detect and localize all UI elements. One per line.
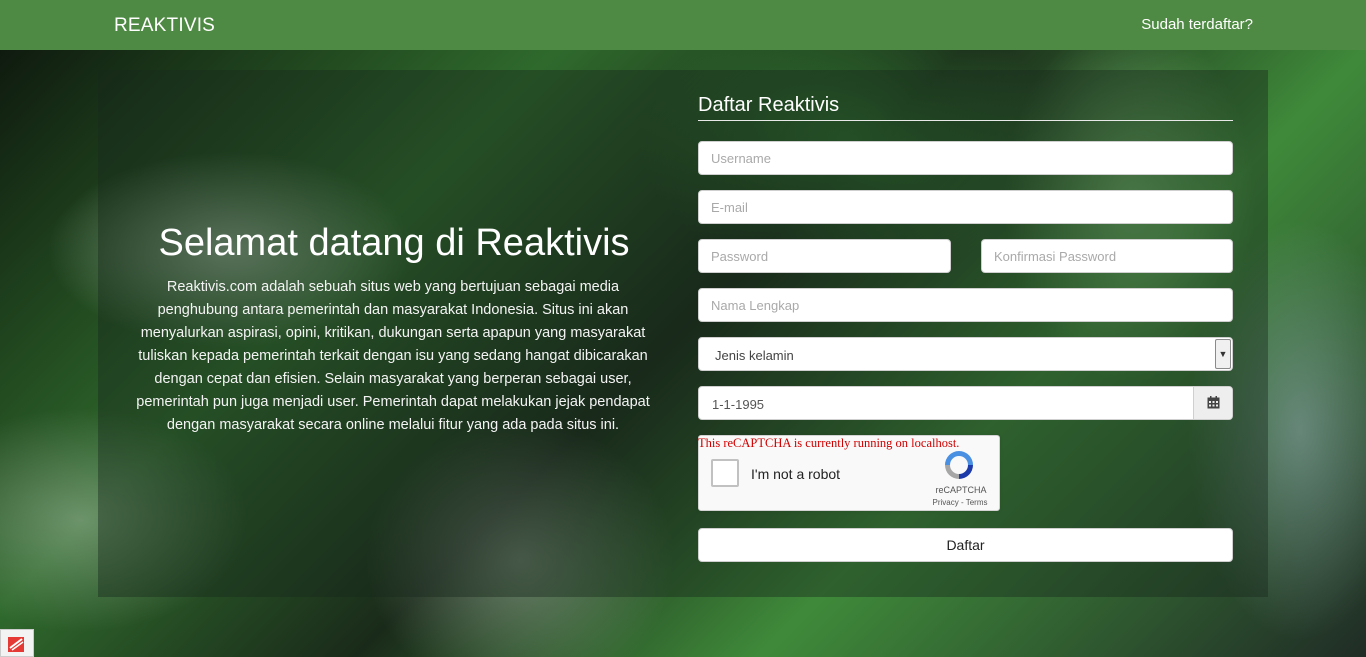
recaptcha-logo-icon xyxy=(945,451,973,479)
welcome-description: Reaktivis.com adalah sebuah situs web ya… xyxy=(136,279,650,433)
recaptcha-brand: reCAPTCHA xyxy=(935,485,987,495)
calendar-icon xyxy=(1207,396,1220,409)
top-navbar: REAKTIVIS Sudah terdaftar? xyxy=(0,0,1366,50)
recaptcha-localhost-warning: This reCAPTCHA is currently running on l… xyxy=(698,436,960,450)
email-input[interactable] xyxy=(698,190,1233,224)
username-input[interactable] xyxy=(698,141,1233,175)
chevron-down-icon[interactable]: ▼ xyxy=(1215,339,1231,369)
confirm-password-input[interactable] xyxy=(981,239,1233,273)
gender-select[interactable]: Jenis kelamin ▼ xyxy=(698,337,1233,371)
calendar-button[interactable] xyxy=(1193,387,1232,419)
password-input[interactable] xyxy=(698,239,951,273)
extension-icon xyxy=(8,637,24,652)
brand-logo[interactable]: REAKTIVIS xyxy=(114,15,215,37)
birthdate-picker[interactable]: 1-1-1995 xyxy=(698,386,1233,420)
welcome-title: Selamat datang di Reaktivis xyxy=(158,222,630,264)
birthdate-value: 1-1-1995 xyxy=(712,397,765,412)
form-title: Daftar Reaktivis xyxy=(698,94,1233,121)
gender-select-value: Jenis kelamin xyxy=(715,348,794,363)
register-button[interactable]: Daftar xyxy=(698,528,1233,562)
recaptcha-checkbox[interactable] xyxy=(711,459,739,487)
corner-extension-badge[interactable] xyxy=(0,629,34,657)
already-registered-link[interactable]: Sudah terdaftar? xyxy=(1141,16,1253,33)
recaptcha-privacy-terms[interactable]: Privacy - Terms xyxy=(929,498,991,507)
fullname-input[interactable] xyxy=(698,288,1233,322)
recaptcha-label: I'm not a robot xyxy=(751,466,841,482)
